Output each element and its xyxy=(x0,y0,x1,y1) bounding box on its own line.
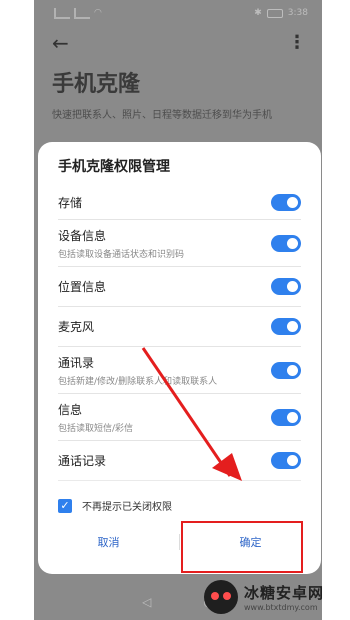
cancel-button[interactable]: 取消 xyxy=(38,534,179,550)
right-margin xyxy=(322,0,350,620)
permission-desc: 包括读取短信/彩信 xyxy=(58,423,134,434)
call-log-toggle[interactable] xyxy=(271,452,301,469)
status-time: 3:38 xyxy=(287,8,308,18)
location-toggle[interactable] xyxy=(271,278,301,295)
messages-toggle[interactable] xyxy=(271,408,301,426)
permission-label: 通话记录 xyxy=(58,454,107,468)
watermark-name: 冰糖安卓网 xyxy=(244,584,325,602)
left-margin xyxy=(0,0,34,620)
dont-remind-checkbox[interactable]: ✓ xyxy=(58,498,72,513)
page-title: 手机克隆 xyxy=(52,72,141,97)
permission-label: 信息 xyxy=(58,402,83,417)
permission-row-contacts: 通讯录 包括新建/修改/删除联系人和读取联系人 xyxy=(58,347,301,394)
permission-row-microphone: 麦克风 xyxy=(58,307,301,347)
signal-icon xyxy=(74,7,90,19)
permission-label: 设备信息 xyxy=(58,228,107,243)
wifi-icon: ◠ xyxy=(94,8,102,18)
dont-remind-label: 不再提示已关闭权限 xyxy=(82,502,172,513)
status-bar: ◠ ✱ 3:38 xyxy=(34,0,322,26)
back-arrow-icon[interactable]: ← xyxy=(52,33,69,53)
battery-icon xyxy=(266,8,283,18)
permission-row-storage: 存储 xyxy=(58,186,301,220)
confirm-highlight-box xyxy=(181,521,303,573)
permission-row-location: 位置信息 xyxy=(58,267,301,307)
more-vertical-icon[interactable]: ⋮ xyxy=(288,34,306,52)
permission-desc: 包括新建/修改/删除联系人和读取联系人 xyxy=(58,376,218,387)
permission-label: 通讯录 xyxy=(58,355,95,370)
watermark-logo-icon xyxy=(204,580,238,614)
permission-row-device-info: 设备信息 包括读取设备通话状态和识别码 xyxy=(58,220,301,267)
permission-list[interactable]: 存储 设备信息 包括读取设备通话状态和识别码 位置信息 麦克风 通讯录 包括新建… xyxy=(38,186,321,494)
device-info-toggle[interactable] xyxy=(271,234,301,252)
signal-icon xyxy=(54,7,70,19)
permission-dialog: 手机克隆权限管理 存储 设备信息 包括读取设备通话状态和识别码 位置信息 麦克风… xyxy=(38,142,321,574)
dont-remind-option[interactable]: ✓ 不再提示已关闭权限 xyxy=(58,498,321,513)
watermark-url: www.btxtdmy.com xyxy=(244,603,318,612)
permission-label: 麦克风 xyxy=(58,320,95,334)
storage-toggle[interactable] xyxy=(271,194,301,211)
permission-row-messages: 信息 包括读取短信/彩信 xyxy=(58,394,301,441)
page-subtitle: 快速把联系人、照片、日程等数据迁移到华为手机 xyxy=(52,110,272,121)
nav-back-icon[interactable]: ◁ xyxy=(142,595,151,609)
contacts-toggle[interactable] xyxy=(271,361,301,379)
dialog-title: 手机克隆权限管理 xyxy=(58,159,170,175)
permission-desc: 包括读取设备通话状态和识别码 xyxy=(58,249,185,260)
permission-label: 存储 xyxy=(58,196,83,210)
bluetooth-icon: ✱ xyxy=(254,8,262,18)
app-bar: ← ⋮ xyxy=(34,26,322,60)
permission-label: 位置信息 xyxy=(58,280,107,294)
site-watermark: 冰糖安卓网 www.btxtdmy.com xyxy=(204,574,350,620)
microphone-toggle[interactable] xyxy=(271,318,301,335)
permission-row-call-log: 通话记录 xyxy=(58,441,301,481)
